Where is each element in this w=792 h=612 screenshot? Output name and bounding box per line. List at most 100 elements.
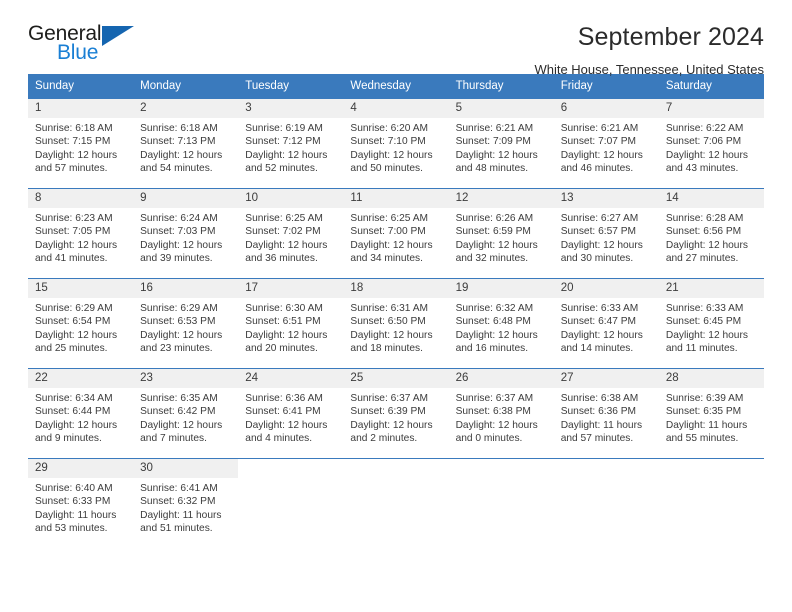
daylight-text-line1: Daylight: 11 hours (35, 509, 117, 521)
calendar-day-cell[interactable]: 30 Sunrise: 6:41 AM Sunset: 6:32 PM Dayligh… (133, 458, 239, 548)
logo-text-blue: Blue (57, 41, 99, 64)
calendar-day-cell[interactable]: 15 Sunrise: 6:29 AM Sunset: 6:54 PM Dayligh… (28, 278, 134, 369)
calendar-day-cell[interactable]: 12 Sunrise: 6:26 AM Sunset: 6:59 PM Dayligh… (448, 188, 554, 279)
calendar-day-cell[interactable]: 14 Sunrise: 6:28 AM Sunset: 6:56 PM Dayligh… (658, 188, 764, 279)
calendar-day-cell[interactable]: 18 Sunrise: 6:31 AM Sunset: 6:50 PM Dayligh… (343, 278, 449, 369)
daylight-text-line1: Daylight: 12 hours (455, 419, 538, 431)
day-number: 29 (28, 459, 134, 478)
calendar-day-cell[interactable]: 21 Sunrise: 6:33 AM Sunset: 6:45 PM Dayligh… (658, 278, 764, 369)
daylight-text-line2: and 0 minutes. (455, 433, 523, 445)
sunset-text: Sunset: 6:56 PM (665, 226, 742, 238)
day-details: Sunrise: 6:18 AM Sunset: 7:13 PM Daylight:… (133, 118, 238, 176)
day-number: 27 (553, 369, 659, 388)
sunset-text: Sunset: 6:32 PM (140, 496, 216, 508)
calendar-cell-empty (238, 458, 344, 548)
sunrise-text: Sunrise: 6:40 AM (35, 483, 113, 494)
calendar-day-cell[interactable]: 6 Sunrise: 6:21 AM Sunset: 7:07 PM Daylight… (553, 98, 659, 189)
calendar-day-cell[interactable]: 22 Sunrise: 6:34 AM Sunset: 6:44 PM Dayligh… (28, 368, 134, 459)
calendar-day-cell[interactable]: 17 Sunrise: 6:30 AM Sunset: 6:51 PM Dayligh… (238, 278, 344, 369)
sunrise-text: Sunrise: 6:34 AM (35, 393, 113, 404)
day-number: 12 (448, 189, 554, 208)
day-details: Sunrise: 6:41 AM Sunset: 6:32 PM Daylight:… (133, 478, 238, 536)
sunset-text: Sunset: 7:13 PM (140, 136, 216, 148)
sunset-text: Sunset: 7:05 PM (35, 226, 111, 238)
day-details: Sunrise: 6:30 AM Sunset: 6:51 PM Daylight:… (238, 298, 343, 356)
calendar-day-cell[interactable]: 13 Sunrise: 6:27 AM Sunset: 6:57 PM Dayligh… (553, 188, 659, 279)
calendar-day-cell[interactable]: 26 Sunrise: 6:37 AM Sunset: 6:38 PM Dayligh… (448, 368, 554, 459)
day-number: 21 (658, 279, 764, 298)
sunrise-text: Sunrise: 6:33 AM (560, 303, 639, 314)
daylight-text-line1: Daylight: 12 hours (350, 329, 433, 341)
calendar-day-cell[interactable]: 25 Sunrise: 6:37 AM Sunset: 6:39 PM Dayligh… (343, 368, 449, 459)
calendar-day-cell[interactable]: 19 Sunrise: 6:32 AM Sunset: 6:48 PM Dayligh… (448, 278, 554, 369)
daylight-text-line2: and 16 minutes. (455, 343, 529, 355)
sunset-text: Sunset: 6:42 PM (140, 406, 216, 418)
sunrise-text: Sunrise: 6:37 AM (350, 393, 429, 404)
calendar-day-cell[interactable]: 20 Sunrise: 6:33 AM Sunset: 6:47 PM Dayligh… (553, 278, 659, 369)
calendar-day-cell[interactable]: 9 Sunrise: 6:24 AM Sunset: 7:03 PM Daylight… (133, 188, 239, 279)
day-number: 20 (553, 279, 659, 298)
sunrise-text: Sunrise: 6:24 AM (140, 213, 218, 224)
sunset-text: Sunset: 6:53 PM (140, 316, 216, 328)
day-number: 8 (28, 189, 134, 208)
day-details: Sunrise: 6:37 AM Sunset: 6:38 PM Daylight:… (449, 388, 554, 446)
daylight-text-line1: Daylight: 12 hours (665, 239, 748, 251)
sunset-text: Sunset: 7:02 PM (245, 226, 321, 238)
daylight-text-line2: and 41 minutes. (35, 253, 108, 265)
sunrise-text: Sunrise: 6:27 AM (560, 213, 639, 224)
day-number: 2 (133, 99, 239, 118)
calendar-day-cell[interactable]: 24 Sunrise: 6:36 AM Sunset: 6:41 PM Dayligh… (238, 368, 344, 459)
sunset-text: Sunset: 6:57 PM (560, 226, 637, 238)
sunrise-text: Sunrise: 6:19 AM (245, 123, 323, 134)
day-details: Sunrise: 6:34 AM Sunset: 6:44 PM Daylight:… (28, 388, 133, 446)
calendar-day-cell[interactable]: 29 Sunrise: 6:40 AM Sunset: 6:33 PM Dayligh… (28, 458, 134, 548)
day-details: Sunrise: 6:28 AM Sunset: 6:56 PM Daylight:… (659, 208, 764, 266)
sunrise-text: Sunrise: 6:31 AM (350, 303, 429, 314)
day-details: Sunrise: 6:29 AM Sunset: 6:53 PM Daylight:… (133, 298, 238, 356)
sunset-text: Sunset: 7:12 PM (245, 136, 321, 148)
calendar-day-cell[interactable]: 7 Sunrise: 6:22 AM Sunset: 7:06 PM Daylight… (658, 98, 764, 189)
daylight-text-line1: Daylight: 12 hours (35, 149, 118, 161)
calendar-day-cell[interactable]: 3 Sunrise: 6:19 AM Sunset: 7:12 PM Daylight… (238, 98, 344, 189)
daylight-text-line1: Daylight: 12 hours (245, 329, 328, 341)
day-number: 16 (133, 279, 239, 298)
sunrise-text: Sunrise: 6:26 AM (455, 213, 534, 224)
day-number: 28 (658, 369, 764, 388)
calendar-day-cell[interactable]: 5 Sunrise: 6:21 AM Sunset: 7:09 PM Daylight… (448, 98, 554, 189)
daylight-text-line2: and 57 minutes. (560, 433, 634, 445)
daylight-text-line2: and 55 minutes. (665, 433, 739, 445)
day-details: Sunrise: 6:21 AM Sunset: 7:07 PM Daylight:… (554, 118, 659, 176)
calendar-day-cell[interactable]: 4 Sunrise: 6:20 AM Sunset: 7:10 PM Daylight… (343, 98, 449, 189)
calendar-day-cell[interactable]: 1 Sunrise: 6:18 AM Sunset: 7:15 PM Daylight… (28, 98, 134, 189)
sunrise-text: Sunrise: 6:28 AM (665, 213, 744, 224)
day-details: Sunrise: 6:40 AM Sunset: 6:33 PM Daylight:… (28, 478, 133, 536)
sunset-text: Sunset: 6:44 PM (35, 406, 111, 418)
calendar-page: General Blue September 2024 White House,… (0, 0, 792, 612)
sunrise-text: Sunrise: 6:39 AM (665, 393, 744, 404)
calendar-day-cell[interactable]: 16 Sunrise: 6:29 AM Sunset: 6:53 PM Dayligh… (133, 278, 239, 369)
daylight-text-line2: and 51 minutes. (140, 523, 213, 535)
calendar-day-cell[interactable]: 23 Sunrise: 6:35 AM Sunset: 6:42 PM Dayligh… (133, 368, 239, 459)
calendar-day-cell[interactable]: 10 Sunrise: 6:25 AM Sunset: 7:02 PM Dayligh… (238, 188, 344, 279)
daylight-text-line2: and 7 minutes. (140, 433, 207, 445)
weekday-header-monday: Monday (133, 74, 239, 99)
calendar-day-cell[interactable]: 11 Sunrise: 6:25 AM Sunset: 7:00 PM Dayligh… (343, 188, 449, 279)
daylight-text-line1: Daylight: 12 hours (35, 419, 118, 431)
generalblue-logo[interactable]: General Blue (28, 22, 148, 70)
calendar-day-cell[interactable]: 28 Sunrise: 6:39 AM Sunset: 6:35 PM Dayligh… (658, 368, 764, 459)
day-details: Sunrise: 6:33 AM Sunset: 6:47 PM Daylight:… (554, 298, 659, 356)
day-number: 6 (553, 99, 659, 118)
calendar-day-cell[interactable]: 2 Sunrise: 6:18 AM Sunset: 7:13 PM Daylight… (133, 98, 239, 189)
daylight-text-line1: Daylight: 12 hours (455, 149, 538, 161)
daylight-text-line1: Daylight: 11 hours (665, 419, 748, 431)
daylight-text-line2: and 32 minutes. (455, 253, 529, 265)
daylight-text-line1: Daylight: 12 hours (245, 149, 328, 161)
day-number: 23 (133, 369, 239, 388)
calendar-day-cell[interactable]: 8 Sunrise: 6:23 AM Sunset: 7:05 PM Daylight… (28, 188, 134, 279)
calendar-day-cell[interactable]: 27 Sunrise: 6:38 AM Sunset: 6:36 PM Dayligh… (553, 368, 659, 459)
sunrise-text: Sunrise: 6:25 AM (245, 213, 323, 224)
day-number (658, 459, 764, 465)
sunrise-text: Sunrise: 6:33 AM (665, 303, 744, 314)
calendar-cell-empty (448, 458, 554, 548)
sunset-text: Sunset: 6:33 PM (35, 496, 111, 508)
